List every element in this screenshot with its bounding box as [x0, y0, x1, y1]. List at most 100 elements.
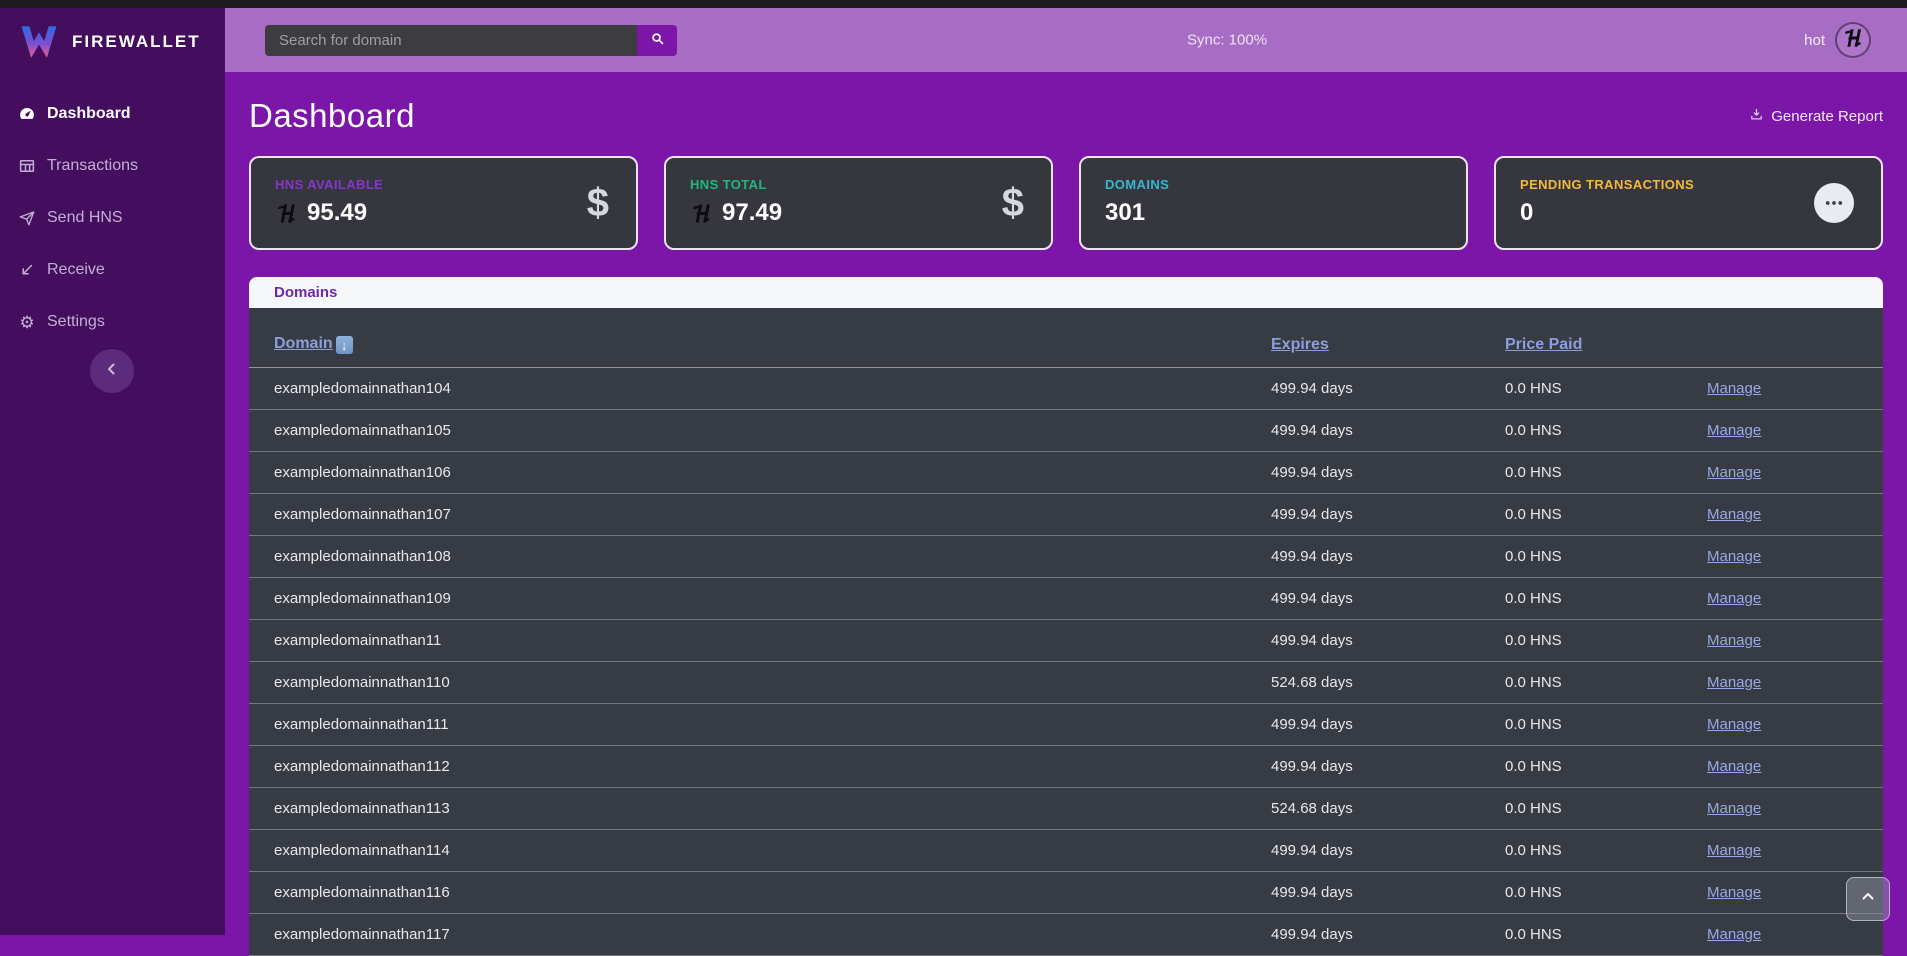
manage-link[interactable]: Manage — [1707, 884, 1761, 901]
brand-name: FIREWALLET — [72, 32, 201, 52]
sidebar-item-receive[interactable]: Receive — [0, 244, 225, 296]
chevron-up-icon — [1859, 888, 1877, 911]
price-paid-sort-link[interactable]: Price Paid — [1505, 336, 1582, 353]
column-header-domain[interactable]: Domain↓ — [249, 335, 1271, 368]
manage-link[interactable]: Manage — [1707, 674, 1761, 691]
stat-card-value-row: 97.49 — [690, 199, 1027, 227]
stat-card-hns-total: HNS TOTAL 97.49 $ — [664, 156, 1053, 250]
cell-expires: 524.68 days — [1271, 800, 1505, 817]
hns-logo-icon — [275, 202, 298, 225]
stat-card-value: 97.49 — [722, 199, 782, 227]
sidebar-item-transactions[interactable]: Transactions — [0, 140, 225, 192]
expires-sort-link[interactable]: Expires — [1271, 336, 1329, 353]
cell-price-paid: 0.0 HNS — [1505, 590, 1707, 607]
cell-domain: exampledomainnathan107 — [249, 506, 1271, 523]
domains-table: Domain↓ Expires Price Paid exampledomain… — [249, 308, 1883, 956]
stat-card-value: 95.49 — [307, 199, 367, 227]
stat-card-value-row: 95.49 — [275, 199, 612, 227]
stat-card-pending-transactions: PENDING TRANSACTIONS0 — [1494, 156, 1883, 250]
brand[interactable]: FIREWALLET — [0, 8, 225, 60]
cell-domain: exampledomainnathan112 — [249, 758, 1271, 775]
manage-link[interactable]: Manage — [1707, 632, 1761, 649]
manage-link[interactable]: Manage — [1707, 422, 1761, 439]
domain-sort-link[interactable]: Domain — [274, 335, 333, 352]
search-input[interactable] — [265, 25, 637, 56]
dollar-icon: $ — [587, 183, 609, 223]
cell-domain: exampledomainnathan104 — [249, 380, 1271, 397]
cell-price-paid: 0.0 HNS — [1505, 674, 1707, 691]
manage-link[interactable]: Manage — [1707, 506, 1761, 523]
scroll-to-top-button[interactable] — [1846, 877, 1890, 921]
page-header: Dashboard Generate Report — [249, 95, 1883, 137]
cell-actions: Manage — [1707, 590, 1883, 607]
cell-price-paid: 0.0 HNS — [1505, 800, 1707, 817]
sidebar: FIREWALLET Dashboard Transactions Send HNS… — [0, 8, 225, 935]
table-row: exampledomainnathan104499.94 days0.0 HNS… — [249, 368, 1883, 410]
table-icon — [18, 157, 36, 175]
cell-price-paid: 0.0 HNS — [1505, 758, 1707, 775]
cell-price-paid: 0.0 HNS — [1505, 632, 1707, 649]
wallet-menu-button[interactable] — [1835, 22, 1871, 58]
cell-price-paid: 0.0 HNS — [1505, 884, 1707, 901]
cell-domain: exampledomainnathan109 — [249, 590, 1271, 607]
cell-domain: exampledomainnathan106 — [249, 464, 1271, 481]
table-row: exampledomainnathan108499.94 days0.0 HNS… — [249, 536, 1883, 578]
stat-card-label: HNS TOTAL — [690, 177, 1027, 192]
domains-panel-title: Domains — [274, 284, 337, 301]
sidebar-item-dashboard[interactable]: Dashboard — [0, 88, 225, 140]
table-row: exampledomainnathan107499.94 days0.0 HNS… — [249, 494, 1883, 536]
column-header-price-paid[interactable]: Price Paid — [1505, 336, 1707, 367]
cell-price-paid: 0.0 HNS — [1505, 716, 1707, 733]
table-row: exampledomainnathan106499.94 days0.0 HNS… — [249, 452, 1883, 494]
manage-link[interactable]: Manage — [1707, 842, 1761, 859]
cell-actions: Manage — [1707, 842, 1883, 859]
receive-arrow-icon — [18, 261, 36, 279]
cell-expires: 499.94 days — [1271, 842, 1505, 859]
manage-link[interactable]: Manage — [1707, 590, 1761, 607]
manage-link[interactable]: Manage — [1707, 464, 1761, 481]
cell-actions: Manage — [1707, 800, 1883, 817]
cell-expires: 499.94 days — [1271, 590, 1505, 607]
table-row: exampledomainnathan111499.94 days0.0 HNS… — [249, 704, 1883, 746]
cell-actions: Manage — [1707, 506, 1883, 523]
stat-card-value: 301 — [1105, 199, 1145, 227]
chevron-left-icon — [103, 360, 121, 383]
cell-domain: exampledomainnathan11 — [249, 632, 1271, 649]
cell-actions: Manage — [1707, 464, 1883, 481]
cell-domain: exampledomainnathan114 — [249, 842, 1271, 859]
manage-link[interactable]: Manage — [1707, 758, 1761, 775]
sidebar-item-settings[interactable]: ⚙Settings — [0, 296, 225, 348]
manage-link[interactable]: Manage — [1707, 716, 1761, 733]
search-button[interactable] — [637, 25, 677, 56]
column-header-expires[interactable]: Expires — [1271, 336, 1505, 367]
sort-descending-icon: ↓ — [336, 336, 353, 354]
generate-report-button[interactable]: Generate Report — [1749, 107, 1883, 126]
cell-actions: Manage — [1707, 758, 1883, 775]
cell-price-paid: 0.0 HNS — [1505, 506, 1707, 523]
cell-expires: 499.94 days — [1271, 464, 1505, 481]
ellipsis-icon — [1814, 183, 1854, 223]
page-title: Dashboard — [249, 97, 415, 135]
stat-card-domains: DOMAINS301 — [1079, 156, 1468, 250]
cell-actions: Manage — [1707, 380, 1883, 397]
firewallet-logo-icon — [18, 24, 60, 60]
manage-link[interactable]: Manage — [1707, 548, 1761, 565]
manage-link[interactable]: Manage — [1707, 380, 1761, 397]
cell-domain: exampledomainnathan110 — [249, 674, 1271, 691]
table-row: exampledomainnathan112499.94 days0.0 HNS… — [249, 746, 1883, 788]
cell-expires: 499.94 days — [1271, 884, 1505, 901]
wallet-group: hot — [1804, 22, 1871, 58]
dollar-icon: $ — [1002, 183, 1024, 223]
table-row: exampledomainnathan110524.68 days0.0 HNS… — [249, 662, 1883, 704]
stat-cards-row: HNS AVAILABLE95.49$HNS TOTAL97.49$DOMAIN… — [249, 156, 1883, 250]
cell-expires: 499.94 days — [1271, 380, 1505, 397]
sidebar-nav: Dashboard Transactions Send HNSReceive⚙Set… — [0, 88, 225, 348]
sidebar-item-label: Transactions — [47, 157, 138, 175]
gear-icon: ⚙ — [18, 313, 36, 331]
sidebar-item-send-hns[interactable]: Send HNS — [0, 192, 225, 244]
manage-link[interactable]: Manage — [1707, 800, 1761, 817]
top-window-strip — [0, 0, 1907, 8]
hns-logo-icon — [690, 202, 713, 225]
stat-card-value-row: 301 — [1105, 199, 1442, 227]
sidebar-collapse-button[interactable] — [90, 349, 134, 393]
